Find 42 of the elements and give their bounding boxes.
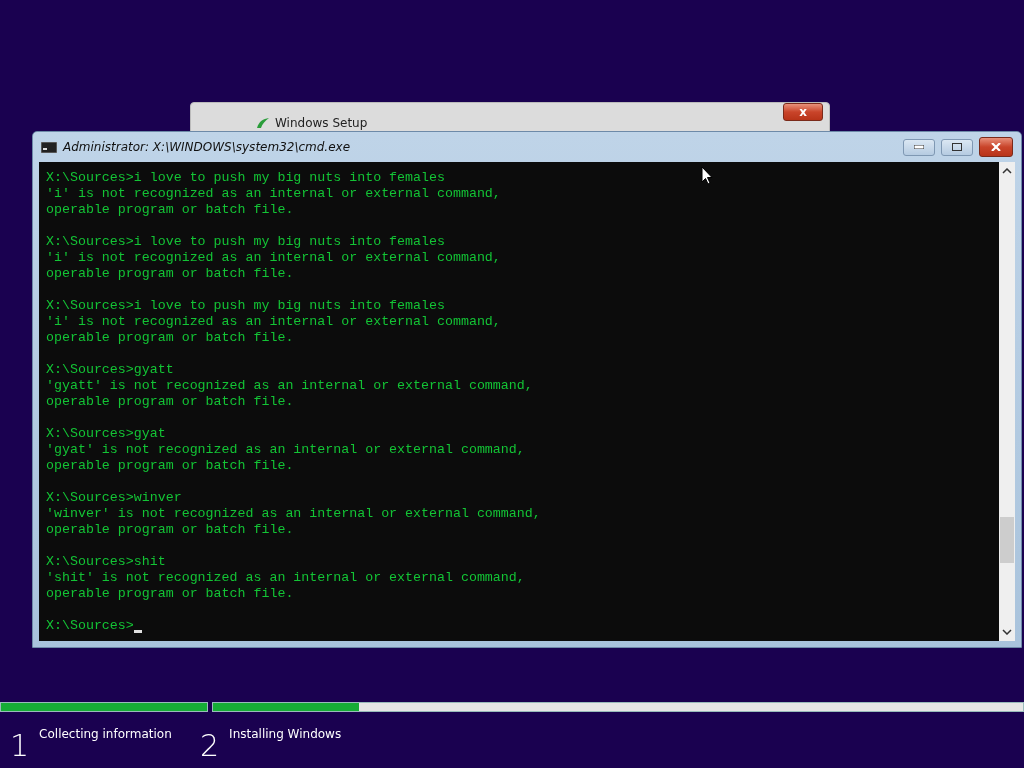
- console-line: X:\Sources>i love to push my big nuts into females: [46, 298, 445, 314]
- console-line: operable program or batch file.: [46, 458, 294, 474]
- step-number: 2: [200, 727, 220, 764]
- step-number: 1: [10, 727, 30, 764]
- console-line: X:\Sources>gyat: [46, 426, 166, 442]
- text-cursor: [133, 630, 142, 633]
- maximize-icon: [952, 143, 962, 151]
- maximize-button[interactable]: [941, 138, 973, 156]
- console-line: operable program or batch file.: [46, 330, 294, 346]
- console-line: 'i' is not recognized as an internal or external command,: [46, 186, 501, 202]
- step-label: Collecting information: [39, 727, 172, 743]
- console-icon: [41, 141, 57, 153]
- console-line: 'shit' is not recognized as an internal or external command,: [46, 570, 525, 586]
- minimize-icon: [914, 145, 924, 149]
- console-line: 'i' is not recognized as an internal or external command,: [46, 250, 501, 266]
- console-line: 'gyatt' is not recognized as an internal or external command,: [46, 378, 533, 394]
- command-prompt[interactable]: X:\Sources>: [46, 618, 134, 634]
- close-icon: [991, 143, 1001, 151]
- console-line: operable program or batch file.: [46, 522, 294, 538]
- console-line: X:\Sources>gyatt: [46, 362, 174, 378]
- window-title: Windows Setup: [255, 116, 368, 130]
- minimize-button[interactable]: [903, 138, 935, 156]
- step-label: Installing Windows: [229, 727, 342, 743]
- scrollbar-thumb[interactable]: [1000, 517, 1014, 563]
- scroll-down-icon: [1002, 629, 1012, 635]
- console-line: 'i' is not recognized as an internal or external command,: [46, 314, 501, 330]
- setup-icon: [255, 117, 271, 129]
- console-line: 'gyat' is not recognized as an internal or external command,: [46, 442, 525, 458]
- console-line: X:\Sources>i love to push my big nuts into females: [46, 170, 445, 186]
- close-button[interactable]: [979, 137, 1013, 157]
- scroll-up-icon: [1002, 168, 1012, 174]
- window-title: Administrator: X:\WINDOWS\system32\cmd.exe: [63, 140, 352, 154]
- mouse-pointer-icon: [701, 166, 713, 186]
- console-line: X:\Sources>i love to push my big nuts into females: [46, 234, 445, 250]
- console-line: operable program or batch file.: [46, 266, 294, 282]
- console-line: operable program or batch file.: [46, 202, 294, 218]
- console-line: operable program or batch file.: [46, 586, 294, 602]
- console-line: 'winver' is not recognized as an internal or external command,: [46, 506, 541, 522]
- console-line: X:\Sources>winver: [46, 490, 182, 506]
- console-line: X:\Sources>shit: [46, 554, 166, 570]
- close-button[interactable]: x: [783, 103, 823, 121]
- console-line: operable program or batch file.: [46, 394, 294, 410]
